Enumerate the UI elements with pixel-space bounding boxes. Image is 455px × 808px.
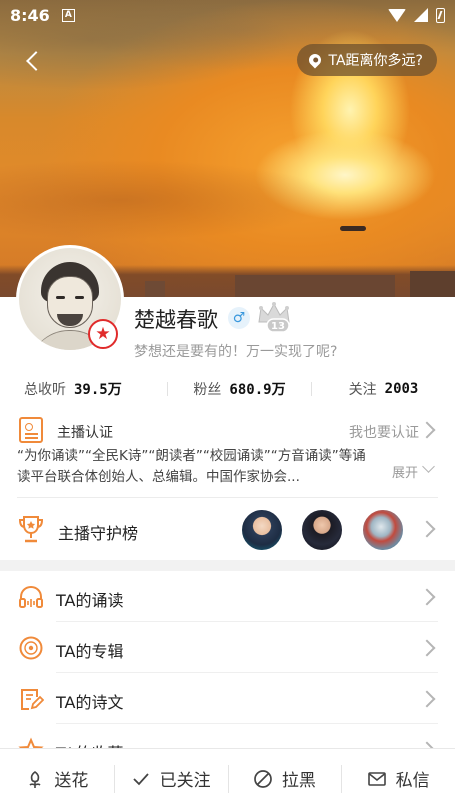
building-silhouette	[410, 271, 455, 297]
user-name: 楚越春歌	[134, 308, 218, 332]
menu-item-recitations[interactable]: TA的诵读	[0, 571, 455, 622]
stat-listens[interactable]: 总收听 39.5万	[0, 377, 167, 401]
location-pin-icon	[306, 51, 324, 69]
wifi-icon	[388, 8, 406, 22]
stats-row: 总收听 39.5万 粉丝 680.9万 关注 2003	[0, 377, 455, 401]
star-icon: ★	[95, 323, 111, 344]
certification-row[interactable]: 主播认证 我也要认证	[0, 413, 455, 449]
guard-avatar[interactable]	[240, 508, 284, 552]
stat-value: 39.5万	[74, 382, 122, 398]
status-bar: 8:46 A	[0, 0, 455, 30]
distance-button-label: TA距离你多远?	[328, 53, 423, 69]
album-icon	[19, 636, 43, 660]
private-message-button[interactable]: 私信	[341, 749, 455, 808]
certification-description: “为你诵读”“全民K诗”“朗读者”“校园诵读”“方音诵读”等诵读平台联合体创始人…	[17, 448, 366, 485]
divider	[17, 497, 438, 498]
chevron-right-icon	[418, 639, 436, 657]
headphones-icon	[19, 585, 43, 608]
menu-item-label: TA的诵读	[56, 591, 124, 610]
following-button[interactable]: 已关注	[113, 749, 228, 808]
private-message-label: 私信	[395, 771, 430, 791]
notification-a-icon: A	[61, 8, 75, 22]
stat-value: 680.9万	[229, 382, 286, 398]
signal-icon	[414, 8, 428, 22]
menu-item-label: TA的专辑	[56, 642, 124, 661]
block-label: 拉黑	[281, 771, 316, 791]
building-silhouette	[145, 281, 165, 297]
mail-icon	[367, 771, 386, 786]
profile-menu: TA的诵读 TA的专辑 TA的诗文 TA的收藏	[0, 571, 455, 775]
certificate-icon	[19, 417, 43, 443]
section-separator	[0, 560, 455, 571]
status-time: 8:46	[10, 5, 50, 25]
menu-item-albums[interactable]: TA的专辑	[0, 622, 455, 673]
male-icon: ♂	[228, 307, 250, 329]
user-motto: 梦想还是要有的！万一实现了呢?	[134, 344, 338, 360]
guard-avatar[interactable]	[361, 508, 405, 552]
building-silhouette	[235, 275, 395, 297]
send-flower-button[interactable]: 送花	[0, 749, 114, 808]
guard-ranking-label: 主播守护榜	[58, 524, 139, 543]
back-button[interactable]	[18, 46, 48, 76]
vip-star-badge: ★	[88, 319, 118, 349]
airplane-silhouette	[340, 226, 366, 231]
level-crown-icon: 13	[258, 302, 290, 333]
following-label: 已关注	[159, 771, 211, 791]
chevron-right-icon	[418, 690, 436, 708]
apply-certification-link[interactable]: 我也要认证	[349, 422, 419, 442]
guard-ranking-row[interactable]: 主播守护榜	[0, 504, 455, 554]
stat-fans[interactable]: 粉丝 680.9万	[168, 377, 311, 401]
stat-label: 关注	[348, 382, 377, 398]
expand-button[interactable]: 展开	[392, 462, 418, 481]
flower-icon	[29, 770, 41, 788]
check-icon	[132, 772, 149, 785]
block-icon	[254, 769, 272, 788]
stat-label: 总收听	[24, 382, 66, 398]
back-arrow-icon	[26, 51, 46, 71]
battery-charging-icon	[436, 7, 445, 23]
block-button[interactable]: 拉黑	[227, 749, 342, 808]
trophy-icon	[18, 516, 44, 543]
menu-item-label: TA的诗文	[56, 693, 124, 712]
poem-icon	[21, 689, 44, 710]
bottom-action-bar: 送花 已关注 拉黑 私信	[0, 748, 455, 808]
menu-item-poems[interactable]: TA的诗文	[0, 673, 455, 724]
level-number: 13	[271, 321, 285, 332]
certification-label: 主播认证	[57, 425, 113, 441]
stat-value: 2003	[384, 381, 419, 397]
distance-button[interactable]: TA距离你多远?	[296, 44, 437, 76]
cover-clouds-lower	[0, 140, 455, 250]
stat-following[interactable]: 关注 2003	[312, 377, 455, 401]
chevron-right-icon	[418, 588, 436, 606]
guard-avatar[interactable]	[300, 508, 344, 552]
send-flower-label: 送花	[54, 771, 89, 791]
stat-label: 粉丝	[193, 382, 222, 398]
